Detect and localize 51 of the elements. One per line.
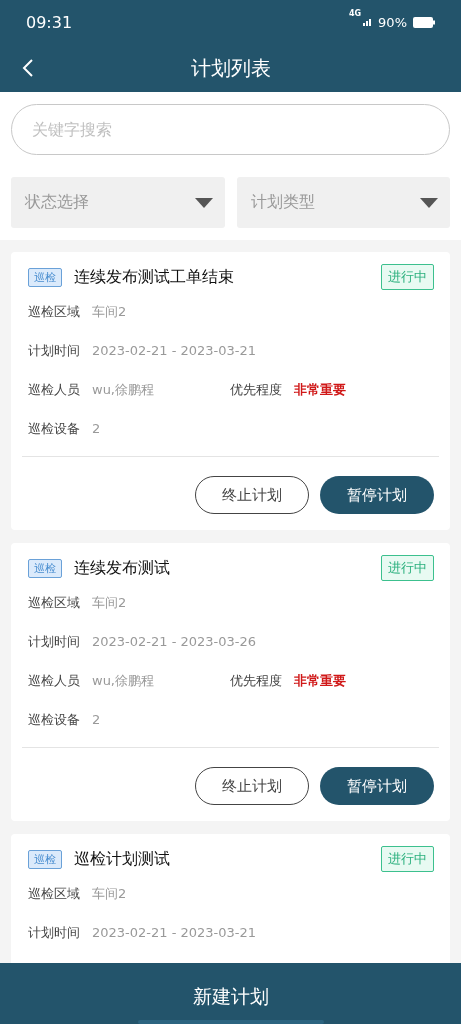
field-value: 2023-02-21 - 2023-03-21 bbox=[92, 925, 257, 940]
battery-percent: 90% bbox=[378, 14, 407, 30]
signal-icon bbox=[363, 18, 374, 26]
status-time: 09:31 bbox=[26, 12, 73, 32]
field-label: 优先程度 bbox=[230, 380, 282, 399]
field-value: 2023-02-21 - 2023-03-26 bbox=[92, 634, 257, 649]
field-value: 车间2 bbox=[92, 593, 127, 612]
network-label: 4G bbox=[348, 8, 362, 18]
pause-button[interactable]: 暂停计划 bbox=[320, 476, 434, 514]
field-value: 2023-02-21 - 2023-03-21 bbox=[92, 343, 257, 358]
field-value: 车间2 bbox=[92, 884, 127, 903]
field-label: 计划时间 bbox=[28, 632, 80, 651]
field-label: 巡检设备 bbox=[28, 710, 80, 729]
plan-card[interactable]: 巡检 巡检计划测试 进行中 巡检区域 车间2 计划时间 2023-02-21 - 2023-03-21 bbox=[11, 834, 450, 963]
type-tag: 巡检 bbox=[28, 849, 62, 869]
new-plan-button[interactable]: 新建计划 bbox=[172, 974, 289, 1020]
status-badge: 进行中 bbox=[381, 264, 434, 290]
field-value: 非常重要 bbox=[294, 671, 346, 690]
field-label: 计划时间 bbox=[28, 341, 80, 360]
plan-card[interactable]: 巡检 连续发布测试工单结束 进行中 巡检区域 车间2 计划时间 2023-02-21 - 2023-03-21 巡检人员 wu,徐鹏程 优先程度 非常重要 巡检设备 2 终止计划 暂停计划 bbox=[11, 252, 450, 530]
status-badge: 进行中 bbox=[381, 846, 434, 872]
stop-button[interactable]: 终止计划 bbox=[195, 767, 309, 805]
field-label: 巡检区域 bbox=[28, 884, 80, 903]
field-label: 巡检人员 bbox=[28, 671, 80, 690]
field-label: 巡检人员 bbox=[28, 380, 80, 399]
caret-icon bbox=[420, 197, 438, 208]
battery-icon bbox=[413, 16, 435, 28]
type-tag: 巡检 bbox=[28, 267, 62, 287]
plan-title: 巡检计划测试 bbox=[74, 848, 171, 870]
back-icon[interactable] bbox=[22, 58, 34, 78]
field-label: 巡检区域 bbox=[28, 593, 80, 612]
field-value: wu,徐鹏程 bbox=[92, 671, 154, 690]
stop-button[interactable]: 终止计划 bbox=[195, 476, 309, 514]
field-value: 2 bbox=[92, 421, 101, 436]
field-label: 优先程度 bbox=[230, 671, 282, 690]
pause-button[interactable]: 暂停计划 bbox=[320, 767, 434, 805]
field-label: 计划时间 bbox=[28, 923, 80, 942]
type-tag: 巡检 bbox=[28, 558, 62, 578]
field-value: 车间2 bbox=[92, 302, 127, 321]
plan-title: 连续发布测试 bbox=[74, 557, 171, 579]
plan-card[interactable]: 巡检 连续发布测试 进行中 巡检区域 车间2 计划时间 2023-02-21 - 2023-03-26 巡检人员 wu,徐鹏程 优先程度 非常重要 巡检设备 2 终止计划 暂停计划 bbox=[11, 543, 450, 821]
field-value: 2 bbox=[92, 712, 101, 727]
field-value: wu,徐鹏程 bbox=[92, 380, 154, 399]
page-title: 计划列表 bbox=[190, 54, 271, 82]
status-badge: 进行中 bbox=[381, 555, 434, 581]
field-value: 非常重要 bbox=[294, 380, 346, 399]
field-label: 巡检设备 bbox=[28, 419, 80, 438]
plan-title: 连续发布测试工单结束 bbox=[74, 266, 235, 288]
field-label: 巡检区域 bbox=[28, 302, 80, 321]
caret-icon bbox=[194, 197, 213, 208]
search-field[interactable]: 关键字搜索 bbox=[11, 104, 450, 155]
